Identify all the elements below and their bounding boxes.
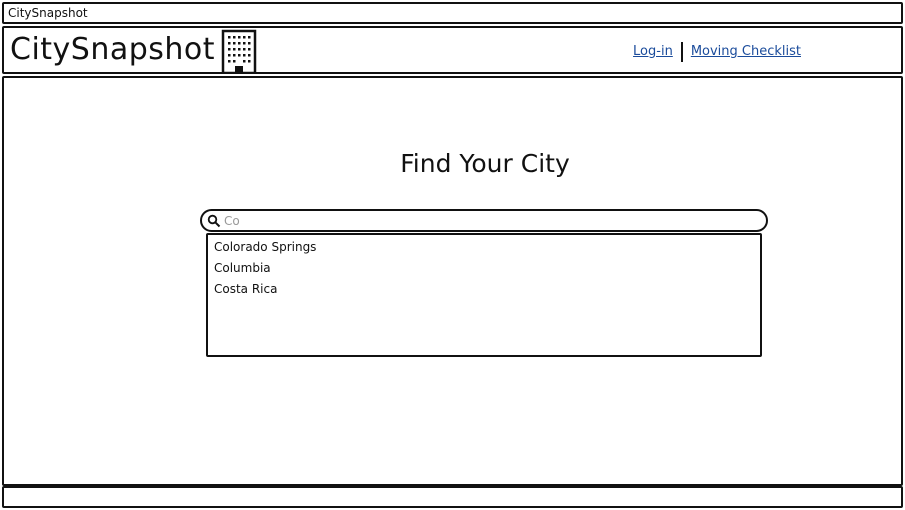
city-search-input[interactable] (224, 211, 744, 230)
site-footer (2, 486, 903, 508)
app-window: CitySnapshot CitySnapshot Log-in Moving … (0, 0, 905, 510)
city-search-box[interactable] (200, 209, 768, 232)
window-title-bar: CitySnapshot (2, 2, 903, 24)
main-content: Find Your City Colorado Springs Columbia… (2, 76, 903, 486)
nav-divider (680, 42, 683, 62)
moving-checklist-link[interactable]: Moving Checklist (691, 43, 801, 61)
site-header: CitySnapshot Log-in Moving Checklist (2, 26, 903, 74)
login-link[interactable]: Log-in (633, 43, 673, 61)
site-logo-text[interactable]: CitySnapshot (10, 30, 215, 70)
suggestion-item[interactable]: Costa Rica (208, 279, 760, 300)
search-icon (207, 214, 221, 227)
building-icon[interactable] (221, 29, 257, 74)
window-title: CitySnapshot (8, 6, 88, 20)
page-title: Find Your City (400, 149, 570, 178)
header-nav: Log-in Moving Checklist (633, 42, 801, 62)
suggestion-item[interactable]: Colorado Springs (208, 237, 760, 258)
suggestion-item[interactable]: Columbia (208, 258, 760, 279)
city-suggestions-list: Colorado Springs Columbia Costa Rica (206, 233, 762, 357)
